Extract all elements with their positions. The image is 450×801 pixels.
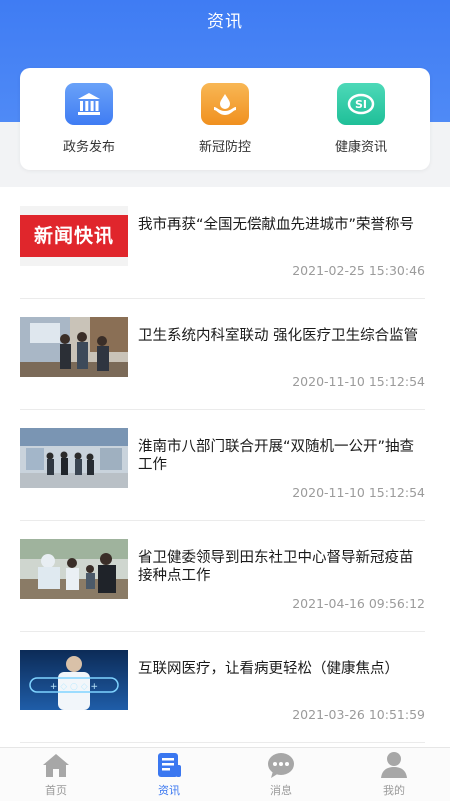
tab-home[interactable]: 首页	[26, 751, 86, 798]
news-time: 2021-04-16 09:56:12	[292, 596, 425, 611]
news-title: 省卫健委领导到田东社卫中心督导新冠疫苗接种点工作	[138, 550, 414, 584]
bottom-tab-bar: 首页 资讯 消息 我的	[0, 747, 450, 801]
news-title: 淮南市八部门联合开展“双随机一公开”抽查工作	[138, 439, 415, 473]
news-thumbnail: + ◇ ○ ◇ +	[20, 650, 128, 710]
home-icon	[41, 751, 71, 779]
news-icon	[154, 751, 184, 779]
chat-bubble-icon	[266, 751, 296, 779]
news-time: 2020-11-10 15:12:54	[292, 485, 425, 500]
quick-link-label: 新冠防控	[198, 140, 251, 155]
social-security-icon: SI	[337, 83, 385, 125]
tab-messages[interactable]: 消息	[251, 751, 311, 798]
news-title: 互联网医疗，让看病更轻松（健康焦点）	[138, 661, 399, 677]
news-list: 新闻快讯 我市再获“全国无偿献血先进城市”荣誉称号 2021-02-25 15:…	[0, 187, 450, 747]
news-thumbnail	[20, 317, 128, 377]
news-thumbnail	[20, 539, 128, 599]
news-title: 我市再获“全国无偿献血先进城市”荣誉称号	[138, 217, 415, 233]
news-item[interactable]: 新闻快讯 我市再获“全国无偿献血先进城市”荣誉称号 2021-02-25 15:…	[20, 187, 425, 299]
quick-link-label: 政务发布	[62, 140, 115, 155]
news-item[interactable]: 卫生系统内科室联动 强化医疗卫生综合监管 2020-11-10 15:12:54	[20, 298, 425, 410]
tab-profile[interactable]: 我的	[364, 751, 424, 798]
news-item[interactable]: 淮南市八部门联合开展“双随机一公开”抽查工作 2020-11-10 15:12:…	[20, 409, 425, 521]
page-title: 资讯	[207, 12, 243, 32]
hand-drop-icon	[201, 83, 249, 125]
quick-link-health-news[interactable]: SI 健康资讯	[301, 83, 421, 155]
user-icon	[379, 751, 409, 779]
news-time: 2021-02-25 15:30:46	[292, 263, 425, 278]
quick-link-label: 健康资讯	[334, 140, 387, 155]
tab-label: 首页	[45, 784, 67, 797]
news-item[interactable]: + ◇ ○ ◇ + 互联网医疗，让看病更轻松（健康焦点） 2021-03-26 …	[20, 631, 425, 743]
news-thumbnail: 新闻快讯	[20, 206, 128, 266]
quick-link-government-release[interactable]: 政务发布	[29, 83, 149, 155]
quick-links-card: 政务发布 新冠防控 SI 健康资讯	[20, 68, 430, 170]
news-time: 2021-03-26 10:51:59	[292, 707, 425, 722]
tab-label: 资讯	[158, 784, 180, 797]
government-building-icon	[65, 83, 113, 125]
svg-text:+ ◇ ○ ◇ +: + ◇ ○ ◇ +	[50, 682, 98, 692]
tab-label: 消息	[270, 784, 292, 797]
quick-link-covid-control[interactable]: 新冠防控	[165, 83, 285, 155]
news-thumbnail	[20, 428, 128, 488]
news-item[interactable]: 省卫健委领导到田东社卫中心督导新冠疫苗接种点工作 2021-04-16 09:5…	[20, 520, 425, 632]
thumbnail-caption: 新闻快讯	[33, 225, 114, 247]
svg-text:SI: SI	[355, 98, 367, 111]
tab-news[interactable]: 资讯	[139, 751, 199, 798]
tab-label: 我的	[383, 784, 405, 797]
news-time: 2020-11-10 15:12:54	[292, 374, 425, 389]
news-title: 卫生系统内科室联动 强化医疗卫生综合监管	[138, 328, 419, 344]
